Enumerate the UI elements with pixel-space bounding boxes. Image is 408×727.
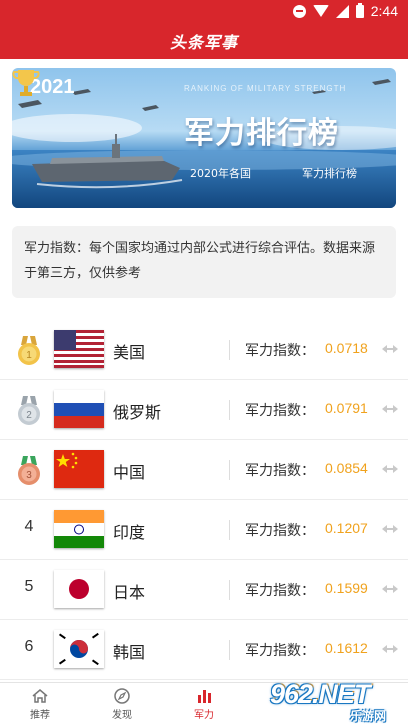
- country-name: 美国: [113, 343, 146, 362]
- home-icon: [32, 689, 48, 703]
- svg-text:1: 1: [26, 350, 32, 361]
- country-name: 日本: [113, 583, 146, 602]
- china-flag-icon: [54, 450, 104, 488]
- country-name: 印度: [113, 523, 146, 542]
- app-header: 头条军事: [0, 22, 408, 59]
- site-watermark: 962.NET 乐游网: [270, 679, 408, 727]
- nav-label: 军力: [194, 710, 214, 721]
- banner-subtitle-left: 2020年各国: [190, 167, 251, 180]
- row-divider: [229, 520, 230, 540]
- compass-icon: [114, 688, 130, 704]
- trend-arrows-icon: [382, 405, 398, 413]
- row-divider: [229, 460, 230, 480]
- russia-flag-icon: [54, 390, 104, 428]
- wifi-icon: [312, 5, 329, 17]
- country-name: 俄罗斯: [113, 403, 162, 422]
- status-icons: 2:44: [292, 2, 398, 19]
- nav-label: 推荐: [30, 710, 50, 721]
- ranking-banner[interactable]: 2021 RANKING OF MILITARY STRENGTH 军力排行榜 …: [12, 68, 396, 208]
- rank-number: 6: [24, 638, 34, 655]
- score-label: 军力指数：: [245, 523, 315, 539]
- rank-number: 4: [24, 518, 34, 535]
- korea-flag-icon: [54, 630, 104, 668]
- nav-discover[interactable]: 发现: [92, 687, 152, 721]
- ranking-row-3[interactable]: 3 中国 军力指数： 0.0854: [0, 440, 408, 500]
- svg-text:2: 2: [26, 410, 32, 421]
- ranking-row-1[interactable]: 1 美国 军力指数： 0.0718: [0, 320, 408, 380]
- status-bar: 2:44: [0, 0, 408, 22]
- ranking-row-5[interactable]: 5 日本 军力指数： 0.1599: [0, 560, 408, 620]
- silver-medal-icon: 2: [18, 396, 40, 425]
- gold-medal-icon: 1: [18, 336, 40, 365]
- rank-number: 5: [24, 578, 34, 595]
- country-name: 中国: [113, 463, 146, 482]
- banner-subtitle-right: 军力排行榜: [302, 167, 357, 180]
- japan-flag-icon: [54, 570, 104, 608]
- ranking-row-4[interactable]: 4 印度 军力指数： 0.1207: [0, 500, 408, 560]
- header-title: 头条军事: [169, 32, 238, 52]
- row-divider: [229, 640, 230, 660]
- trend-arrows-icon: [382, 525, 398, 533]
- score-value: 0.1612: [325, 640, 368, 656]
- score-label: 军力指数：: [245, 403, 315, 419]
- row-divider: [229, 340, 230, 360]
- score-value: 0.1207: [325, 520, 368, 536]
- country-name: 韩国: [113, 643, 146, 662]
- nav-label: 发现: [112, 710, 132, 721]
- score-value: 0.0718: [325, 340, 368, 356]
- trend-arrows-icon: [382, 585, 398, 593]
- ranking-row-6[interactable]: 6 韩国 军力指数： 0.1612: [0, 620, 408, 680]
- india-flag-icon: [54, 510, 104, 548]
- score-label: 军力指数：: [245, 643, 315, 659]
- trend-arrows-icon: [382, 345, 398, 353]
- trophy-icon: [12, 70, 40, 96]
- bronze-medal-icon: 3: [18, 456, 40, 485]
- score-disclaimer: 军力指数：每个国家均通过内部公式进行综合评估。数据来源于第三方，仅供参考: [12, 226, 396, 298]
- score-label: 军力指数：: [245, 343, 315, 359]
- battery-icon: [355, 2, 364, 18]
- banner-title: 军力排行榜: [184, 116, 339, 151]
- banner-arc-text: RANKING OF MILITARY STRENGTH: [184, 84, 347, 93]
- score-value: 0.0854: [325, 460, 368, 476]
- score-value: 0.0791: [325, 400, 368, 416]
- trend-arrows-icon: [382, 465, 398, 473]
- status-time: 2:44: [370, 3, 398, 19]
- do-not-disturb-icon: [292, 4, 306, 18]
- row-divider: [229, 400, 230, 420]
- score-value: 0.1599: [325, 580, 368, 596]
- bar-chart-icon: [198, 690, 211, 703]
- nav-military-power[interactable]: 军力: [174, 687, 234, 721]
- row-divider: [229, 580, 230, 600]
- us-flag-icon: [54, 330, 104, 368]
- watermark-logo: 962.NET: [270, 679, 371, 709]
- score-label: 军力指数：: [245, 463, 315, 479]
- signal-icon: [335, 4, 349, 18]
- nav-recommend[interactable]: 推荐: [10, 687, 70, 721]
- score-label: 军力指数：: [245, 583, 315, 599]
- watermark-subtitle: 乐游网: [350, 709, 387, 723]
- ranking-row-2[interactable]: 2 俄罗斯 军力指数： 0.0791: [0, 380, 408, 440]
- app-root: 2:44 头条军事 2021 RANKING OF MILITARY STREN…: [0, 0, 408, 727]
- trend-arrows-icon: [382, 645, 398, 653]
- svg-text:3: 3: [26, 470, 32, 481]
